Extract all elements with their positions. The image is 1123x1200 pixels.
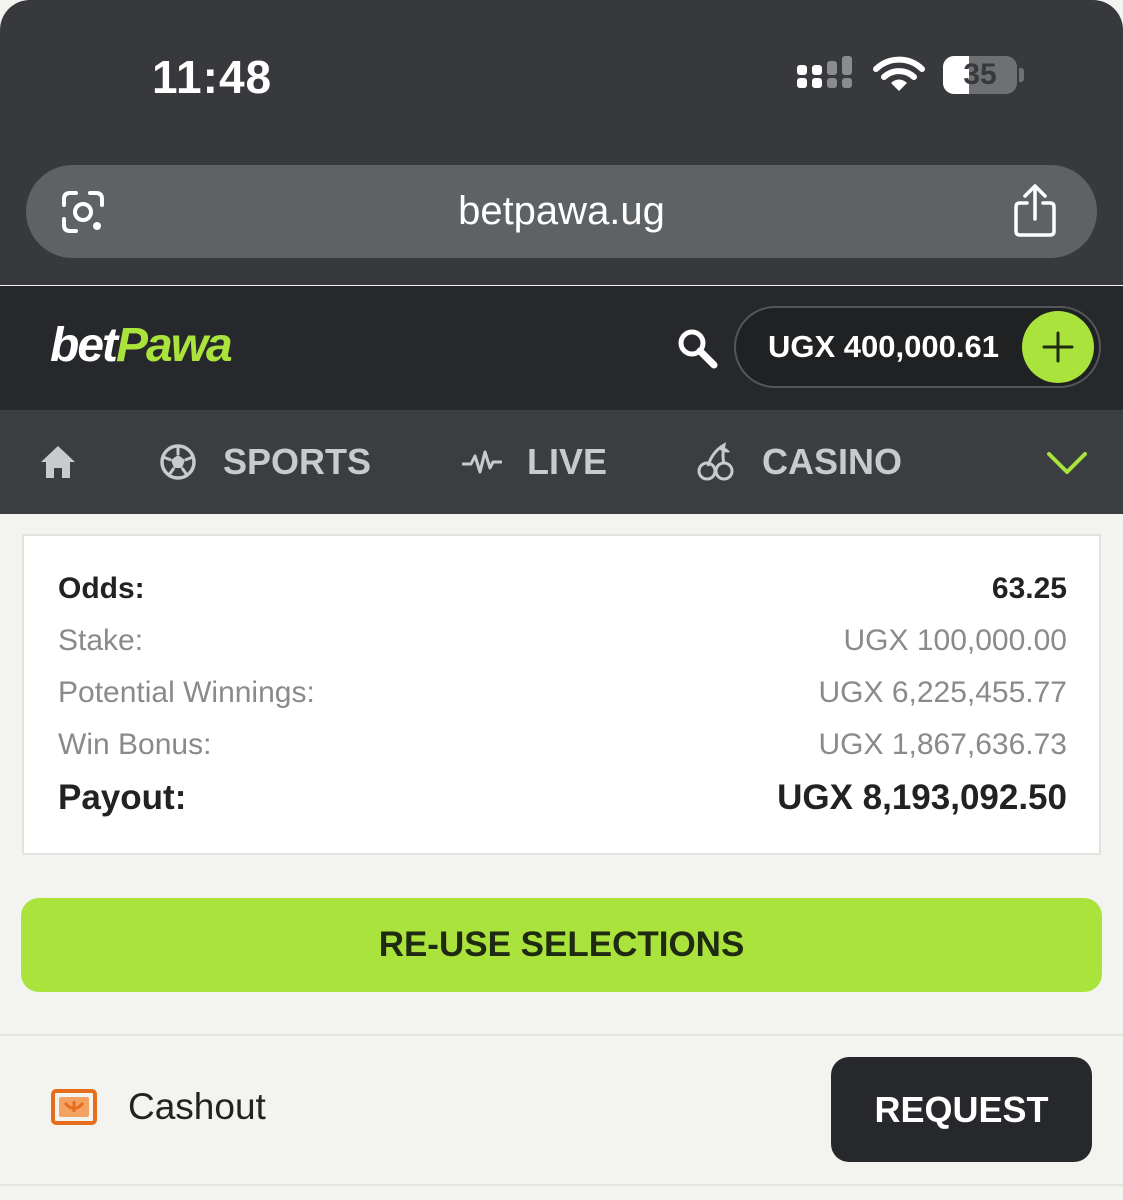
betpawa-logo[interactable]: betPawa	[50, 318, 233, 373]
payout-row: Payout: UGX 8,193,092.50	[58, 778, 1067, 818]
bet-summary-card: Odds: 63.25 Stake: UGX 100,000.00 Potent…	[22, 534, 1101, 855]
cashout-label: Cashout	[128, 1086, 266, 1127]
main-nav: SPORTS LIVE CASINO	[0, 410, 1123, 514]
payout-value: UGX 8,193,092.50	[777, 778, 1067, 817]
reuse-selections-button[interactable]: RE-USE SELECTIONS	[21, 898, 1102, 992]
request-cashout-button[interactable]: REQUEST	[831, 1057, 1092, 1162]
balance-amount: UGX 400,000.61	[768, 329, 999, 364]
nav-overflow-fade	[965, 410, 1123, 514]
search-icon[interactable]	[676, 327, 718, 369]
nav-casino-label: CASINO	[762, 441, 903, 482]
stake-row: Stake: UGX 100,000.00	[58, 624, 1067, 664]
stake-label: Stake:	[58, 624, 144, 657]
browser-chrome: 11:48 35 betpawa.ug	[0, 0, 1123, 285]
odds-value: 63.25	[991, 572, 1067, 605]
share-icon[interactable]	[1012, 183, 1058, 239]
potential-winnings-row: Potential Winnings: UGX 6,225,455.77	[58, 676, 1067, 716]
odds-row: Odds: 63.25	[58, 572, 1067, 612]
win-bonus-value: UGX 1,867,636.73	[818, 728, 1067, 761]
address-bar[interactable]: betpawa.ug	[26, 165, 1097, 258]
battery-icon: 35	[943, 56, 1024, 96]
nav-live-label: LIVE	[527, 441, 608, 482]
nav-sports-label: SPORTS	[223, 441, 372, 482]
divider	[0, 1034, 1123, 1036]
home-icon[interactable]	[38, 442, 78, 482]
deposit-button[interactable]	[1022, 311, 1094, 383]
wifi-icon	[873, 56, 925, 91]
soccer-ball-icon	[160, 444, 196, 480]
odds-label: Odds:	[58, 572, 145, 605]
win-bonus-label: Win Bonus:	[58, 728, 212, 761]
win-bonus-row: Win Bonus: UGX 1,867,636.73	[58, 728, 1067, 768]
stake-value: UGX 100,000.00	[843, 624, 1068, 657]
pulse-icon	[462, 450, 502, 474]
potential-winnings-value: UGX 6,225,455.77	[818, 676, 1067, 709]
payout-label: Payout:	[58, 778, 187, 817]
balance-pill[interactable]: UGX 400,000.61	[734, 306, 1101, 388]
divider	[0, 1184, 1123, 1186]
status-time: 11:48	[152, 51, 273, 103]
cherries-icon	[697, 442, 734, 481]
url-text[interactable]: betpawa.ug	[26, 165, 1097, 258]
plus-icon	[1042, 331, 1074, 363]
chevron-down-icon[interactable]	[1045, 446, 1089, 480]
cashout-icon	[51, 1089, 97, 1125]
cellular-signal-icon	[797, 56, 852, 88]
potential-winnings-label: Potential Winnings:	[58, 676, 315, 709]
battery-level: 35	[963, 58, 997, 91]
